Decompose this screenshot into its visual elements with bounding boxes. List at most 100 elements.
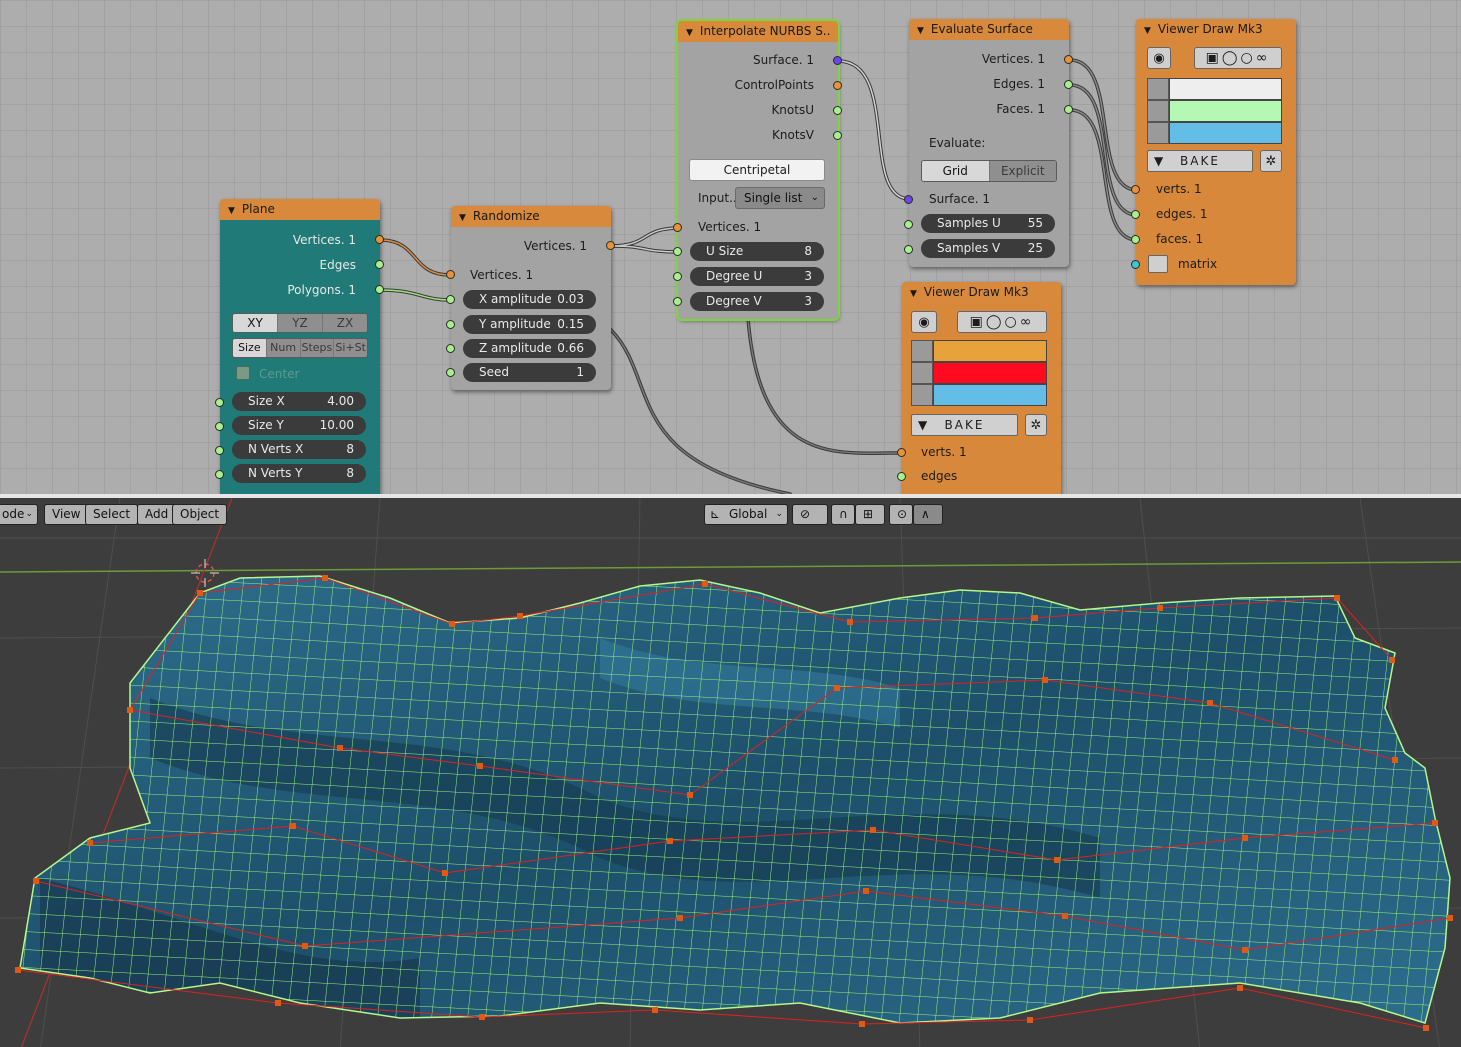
collapse-triangle-icon[interactable]: ▼ bbox=[686, 23, 693, 42]
input-socket[interactable] bbox=[1131, 210, 1140, 219]
seed-field[interactable]: Seed 1 bbox=[463, 363, 596, 382]
size-x-field[interactable]: Size X 4.00 bbox=[232, 392, 366, 411]
node-header[interactable]: ▼ Interpolate NURBS S.. bbox=[678, 21, 838, 42]
mode-dropdown[interactable]: ode ⌄ bbox=[0, 504, 38, 525]
mode-yz[interactable]: YZ bbox=[278, 314, 323, 332]
3d-cursor-icon[interactable] bbox=[191, 559, 219, 587]
display-mode-buttons[interactable]: ▣ ◯ ○ ∞ bbox=[1194, 47, 1282, 69]
collapse-triangle-icon[interactable]: ▼ bbox=[910, 284, 917, 303]
plane-size-mode-selector[interactable]: Size Num Steps Si+St bbox=[232, 338, 368, 358]
samples-v-field[interactable]: Samples V 25 bbox=[921, 239, 1055, 258]
falloff-dropdown[interactable]: ∧ bbox=[913, 504, 943, 525]
size-y-field[interactable]: Size Y 10.00 bbox=[232, 416, 366, 435]
input-socket[interactable] bbox=[446, 295, 455, 304]
orientation-dropdown[interactable]: ⊾ Global ⌄ bbox=[704, 504, 788, 525]
randomize-node[interactable]: ▼ Randomize Vertices. 1 Vertices. 1 X amp… bbox=[446, 206, 615, 390]
bake-button[interactable]: ▼ BAKE bbox=[1147, 150, 1253, 172]
output-socket[interactable] bbox=[833, 131, 842, 140]
add-menu[interactable]: Add bbox=[137, 504, 177, 525]
input-socket[interactable] bbox=[446, 320, 455, 329]
nurbs-surface[interactable] bbox=[0, 498, 1461, 1047]
collapse-triangle-icon[interactable]: ▼ bbox=[459, 208, 466, 227]
node-header[interactable]: ▼ Randomize bbox=[451, 206, 611, 227]
face-display-icon[interactable] bbox=[1147, 122, 1169, 144]
plane-direction-selector[interactable]: XY YZ ZX bbox=[232, 313, 368, 333]
input-socket[interactable] bbox=[904, 195, 913, 204]
input-socket[interactable] bbox=[446, 368, 455, 377]
input-socket[interactable] bbox=[904, 245, 913, 254]
circle-icon[interactable]: ○ bbox=[1005, 314, 1020, 330]
link-icon[interactable]: ∞ bbox=[1020, 314, 1035, 330]
input-socket[interactable] bbox=[673, 272, 682, 281]
mode-explicit[interactable]: Explicit bbox=[989, 161, 1056, 181]
samples-u-field[interactable]: Samples U 55 bbox=[921, 214, 1055, 233]
output-socket[interactable] bbox=[1064, 80, 1073, 89]
input-socket[interactable] bbox=[897, 448, 906, 457]
n-verts-x-field[interactable]: N Verts X 8 bbox=[232, 440, 366, 459]
cube-icon[interactable]: ▣ bbox=[970, 314, 986, 330]
input-mode-dropdown[interactable]: Single list ⌄ bbox=[735, 187, 825, 209]
node-header[interactable]: ▼ Viewer Draw Mk3 bbox=[902, 282, 1061, 303]
input-socket[interactable] bbox=[446, 344, 455, 353]
edge-display-icon[interactable] bbox=[1147, 100, 1169, 122]
input-socket[interactable] bbox=[215, 446, 224, 455]
output-socket[interactable] bbox=[1064, 55, 1073, 64]
visibility-toggle[interactable]: ◉ bbox=[1147, 47, 1171, 69]
viewport-canvas[interactable] bbox=[0, 498, 1461, 1047]
input-socket[interactable] bbox=[904, 220, 913, 229]
face-color-swatch[interactable] bbox=[933, 384, 1047, 406]
centripetal-button[interactable]: Centripetal bbox=[689, 159, 825, 181]
mode-grid[interactable]: Grid bbox=[922, 161, 990, 181]
output-socket[interactable] bbox=[375, 235, 384, 244]
settings-button[interactable]: ✲ bbox=[1025, 414, 1047, 436]
input-socket[interactable] bbox=[215, 470, 224, 479]
circle-icon[interactable]: ◯ bbox=[986, 314, 1005, 330]
mode-num[interactable]: Num bbox=[266, 339, 301, 357]
input-socket[interactable] bbox=[673, 297, 682, 306]
pivot-dropdown[interactable]: ⊘ bbox=[792, 504, 828, 525]
viewer-draw-node-2[interactable]: ▼ Viewer Draw Mk3 ◉ ▣ ◯ ○ ∞ ▼ BAKE ✲ verts. 1… bbox=[897, 282, 1061, 494]
x-amplitude-field[interactable]: X amplitude 0.03 bbox=[463, 290, 596, 309]
output-socket[interactable] bbox=[375, 260, 384, 269]
evaluate-mode-selector[interactable]: Grid Explicit bbox=[921, 160, 1057, 182]
z-amplitude-field[interactable]: Z amplitude 0.66 bbox=[463, 339, 596, 358]
edge-color-swatch[interactable] bbox=[933, 362, 1047, 384]
input-socket[interactable] bbox=[1131, 260, 1140, 269]
input-socket[interactable] bbox=[215, 422, 224, 431]
input-socket[interactable] bbox=[673, 223, 682, 232]
interpolate-nurbs-node[interactable]: ▼ Interpolate NURBS S.. Surface. 1 Contro… bbox=[673, 19, 842, 321]
link-icon[interactable]: ∞ bbox=[1256, 50, 1271, 66]
mode-steps[interactable]: Steps bbox=[300, 339, 335, 357]
y-amplitude-field[interactable]: Y amplitude 0.15 bbox=[463, 315, 596, 334]
input-socket[interactable] bbox=[673, 247, 682, 256]
object-menu[interactable]: Object bbox=[172, 504, 228, 525]
output-socket[interactable] bbox=[833, 106, 842, 115]
3d-viewport[interactable]: ode ⌄ View Select Add Object ⊾ Global ⌄ ⊘ ∩… bbox=[0, 494, 1461, 1047]
output-socket[interactable] bbox=[833, 56, 842, 65]
degree-v-field[interactable]: Degree V 3 bbox=[690, 292, 824, 311]
node-header[interactable]: ▼ Evaluate Surface bbox=[909, 19, 1069, 40]
visibility-toggle[interactable]: ◉ bbox=[911, 311, 937, 333]
n-verts-y-field[interactable]: N Verts Y 8 bbox=[232, 464, 366, 483]
view-menu[interactable]: View bbox=[44, 504, 89, 525]
cube-icon[interactable]: ▣ bbox=[1206, 50, 1222, 66]
output-socket[interactable] bbox=[833, 81, 842, 90]
output-socket[interactable] bbox=[375, 285, 384, 294]
mode-zx[interactable]: ZX bbox=[323, 314, 367, 332]
circle-icon[interactable]: ○ bbox=[1241, 50, 1256, 66]
edge-color-swatch[interactable] bbox=[1169, 100, 1282, 122]
snap-target-dropdown[interactable]: ⊞ bbox=[855, 504, 885, 525]
output-socket[interactable] bbox=[1064, 105, 1073, 114]
mode-xy[interactable]: XY bbox=[233, 314, 278, 332]
u-size-field[interactable]: U Size 8 bbox=[690, 242, 824, 261]
viewer-draw-node-1[interactable]: ▼ Viewer Draw Mk3 ◉ ▣ ◯ ○ ∞ ▼ BAKE ✲ verts. 1… bbox=[1131, 19, 1296, 285]
node-header[interactable]: ▼ Plane bbox=[220, 199, 380, 220]
settings-button[interactable]: ✲ bbox=[1260, 150, 1282, 172]
mode-size[interactable]: Size bbox=[233, 339, 267, 357]
vertex-color-swatch[interactable] bbox=[1169, 78, 1282, 100]
output-socket[interactable] bbox=[606, 241, 615, 250]
input-socket[interactable] bbox=[446, 270, 455, 279]
vertex-color-swatch[interactable] bbox=[933, 340, 1047, 362]
snap-toggle[interactable]: ∩ bbox=[831, 504, 855, 525]
input-socket[interactable] bbox=[215, 398, 224, 407]
